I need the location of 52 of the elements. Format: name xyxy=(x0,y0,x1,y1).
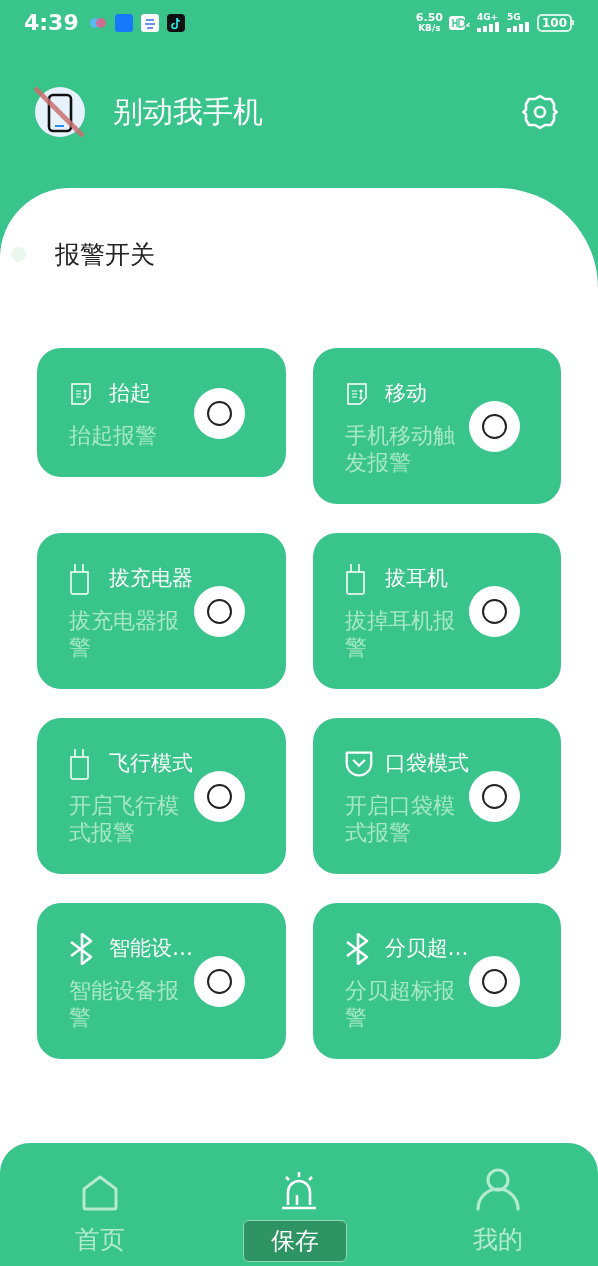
home-icon xyxy=(80,1175,119,1211)
plug-icon xyxy=(69,747,91,780)
card-title: 抬起 xyxy=(109,379,151,407)
signal-icon xyxy=(476,22,501,32)
pocket-icon xyxy=(344,748,373,779)
toggle-switch[interactable] xyxy=(193,956,245,1007)
app-icon xyxy=(166,13,185,32)
card-title: 口袋模式 xyxy=(384,749,469,777)
status-time: 4:39 xyxy=(24,9,79,37)
card-title: 移动 xyxy=(384,379,427,407)
nav-tab[interactable]: 我的 xyxy=(398,1143,598,1266)
card-description: 抬起报警 xyxy=(69,421,158,449)
alarm-light-icon xyxy=(280,1171,318,1211)
card-description: 开启口袋模式报警 xyxy=(344,791,456,846)
toggle-switch[interactable] xyxy=(469,586,520,637)
network-speed: 6.50 xyxy=(415,12,443,23)
card-description: 分贝超标报警 xyxy=(344,976,456,1031)
network-type: 5G xyxy=(506,13,521,22)
card-title: 智能设… xyxy=(109,934,193,962)
card-description: 开启飞行模式报警 xyxy=(69,791,180,846)
toggle-switch[interactable] xyxy=(193,586,245,637)
crossed-phone-logo xyxy=(33,85,87,138)
bluetooth-icon xyxy=(69,932,95,965)
card-title: 飞行模式 xyxy=(109,749,193,777)
card-title: 分贝超… xyxy=(384,934,469,962)
hd-icon xyxy=(448,14,471,31)
plug-icon xyxy=(69,562,91,595)
toggle-switch[interactable] xyxy=(469,956,520,1007)
card-description: 手机移动触发报警 xyxy=(344,421,456,476)
toggle-switch[interactable] xyxy=(469,401,520,452)
toggle-switch[interactable] xyxy=(469,771,520,822)
signal-icon xyxy=(506,22,531,32)
toast: 保存 xyxy=(243,1220,347,1262)
user-icon xyxy=(475,1167,522,1211)
nav-tab[interactable]: 首页 xyxy=(0,1143,200,1266)
section-title: 报警开关 xyxy=(55,239,155,271)
toggle-switch[interactable] xyxy=(193,771,245,822)
document-icon xyxy=(344,381,369,406)
card-description: 智能设备报警 xyxy=(69,976,180,1031)
card-title: 拔充电器 xyxy=(109,564,193,592)
network-type: 4G+ xyxy=(476,13,499,22)
battery-indicator: 100 xyxy=(536,13,574,32)
app-title: 别动我手机 xyxy=(113,93,263,131)
bluetooth-icon xyxy=(344,932,371,965)
card-description: 拔充电器报警 xyxy=(69,606,180,661)
speed-unit: KB/s xyxy=(418,22,441,33)
app-icon xyxy=(140,13,159,32)
document-icon xyxy=(69,381,93,406)
card-description: 拔掉耳机报警 xyxy=(344,606,456,661)
card-title: 拔耳机 xyxy=(384,564,448,592)
app-icon xyxy=(114,13,133,32)
plug-icon xyxy=(344,562,367,595)
